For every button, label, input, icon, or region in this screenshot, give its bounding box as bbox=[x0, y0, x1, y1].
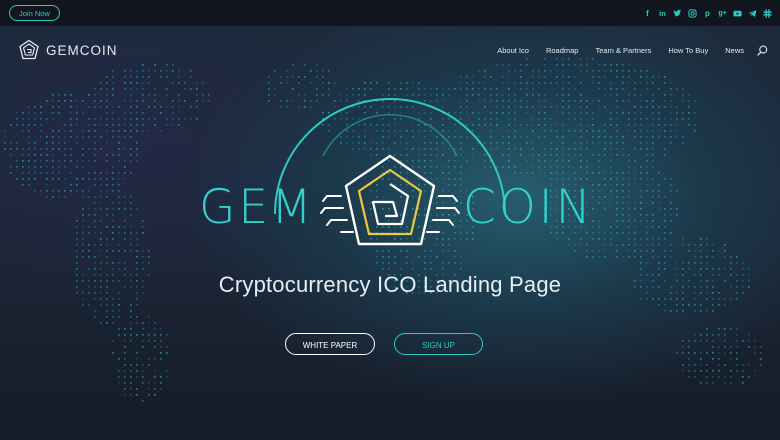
nav-menu: About Ico Roadmap Team & Partners How To… bbox=[497, 45, 768, 56]
telegram-icon[interactable] bbox=[748, 8, 757, 18]
nav-item-news[interactable]: News bbox=[725, 46, 744, 55]
instagram-icon[interactable] bbox=[688, 8, 697, 18]
logo-word-gem: GEM bbox=[199, 180, 315, 235]
main-navigation: GEMCOIN About Ico Roadmap Team & Partner… bbox=[0, 26, 780, 74]
pinterest-icon[interactable]: p bbox=[703, 8, 712, 18]
twitter-icon[interactable] bbox=[673, 8, 682, 18]
nav-item-roadmap[interactable]: Roadmap bbox=[546, 46, 579, 55]
search-icon[interactable] bbox=[757, 45, 768, 56]
social-links: f in p g+ bbox=[643, 8, 772, 18]
googleplus-icon[interactable]: g+ bbox=[718, 8, 727, 18]
emblem-inner-arc bbox=[322, 114, 458, 157]
brand-logo[interactable]: GEMCOIN bbox=[18, 39, 118, 61]
linkedin-icon[interactable]: in bbox=[658, 8, 667, 18]
top-bar: Join Now f in p g+ bbox=[0, 0, 780, 26]
emblem-left-wing bbox=[320, 195, 354, 233]
brand-name: GEMCOIN bbox=[46, 42, 118, 58]
join-now-button[interactable]: Join Now bbox=[9, 5, 60, 21]
gem-logo-icon bbox=[19, 39, 39, 60]
nav-item-team-partners[interactable]: Team & Partners bbox=[595, 46, 651, 55]
logo-word-coin: COIN bbox=[463, 180, 594, 235]
slack-icon[interactable] bbox=[763, 8, 772, 18]
emblem-inner-maze bbox=[371, 183, 410, 226]
emblem-right-wing bbox=[426, 195, 460, 233]
youtube-icon[interactable] bbox=[733, 8, 742, 18]
hero-section: GEMCOIN About Ico Roadmap Team & Partner… bbox=[0, 26, 780, 440]
hero-tagline: Cryptocurrency ICO Landing Page bbox=[218, 272, 562, 297]
white-paper-button[interactable]: WHITE PAPER bbox=[285, 333, 375, 355]
facebook-icon[interactable]: f bbox=[643, 8, 652, 18]
sign-up-button[interactable]: SIGN UP bbox=[394, 333, 483, 355]
nav-item-how-to-buy[interactable]: How To Buy bbox=[668, 46, 708, 55]
nav-item-about-ico[interactable]: About Ico bbox=[497, 46, 529, 55]
